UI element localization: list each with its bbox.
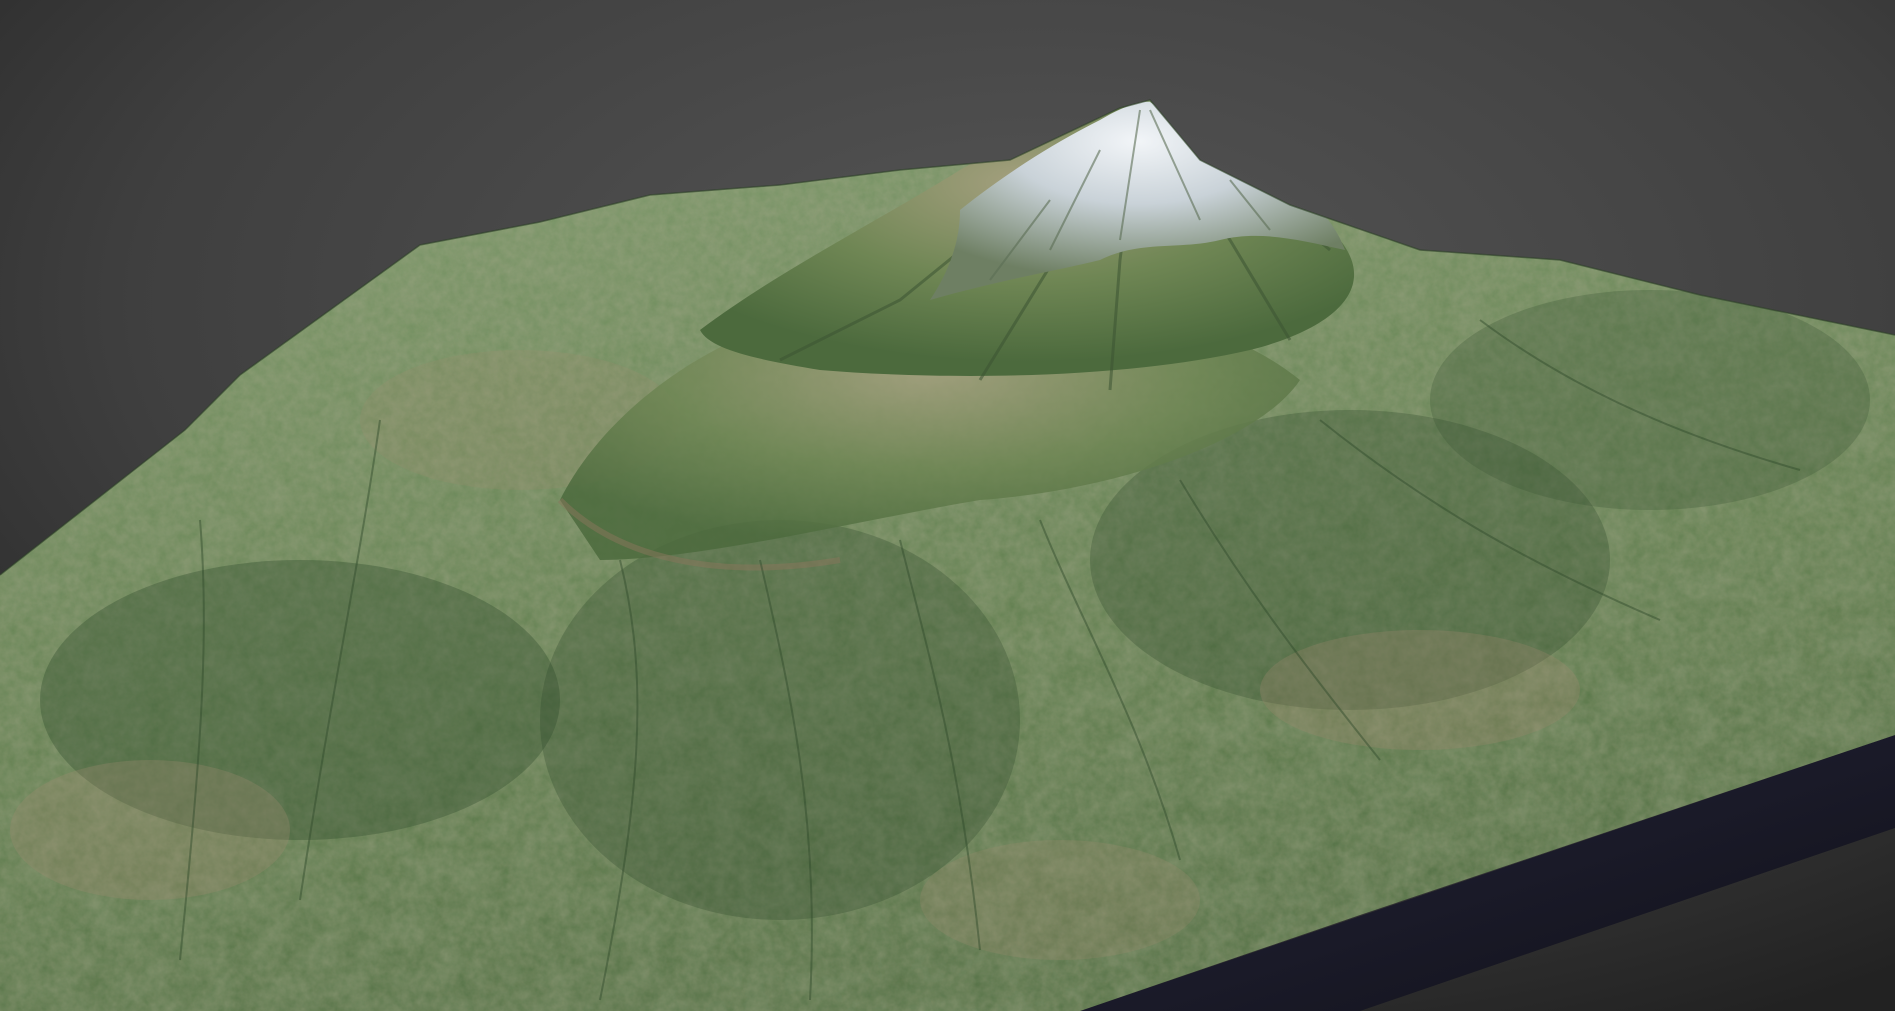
terrain-scene [0,0,1895,1011]
render-viewport[interactable] [0,0,1895,1011]
